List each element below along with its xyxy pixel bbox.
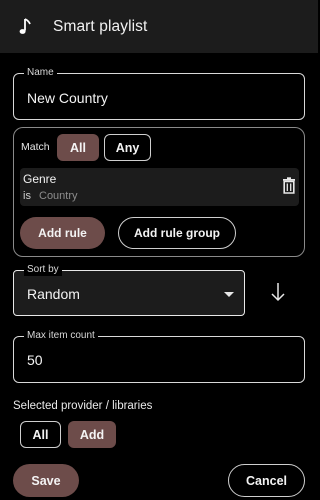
dropdown-caret-icon xyxy=(224,292,234,297)
match-any-button[interactable]: Any xyxy=(104,134,151,161)
add-rule-group-button[interactable]: Add rule group xyxy=(118,217,236,249)
music-note-icon xyxy=(19,18,31,34)
rule-row[interactable]: Genre is Country xyxy=(20,168,299,206)
name-field-label: Name xyxy=(24,67,57,79)
rule-operator: is xyxy=(23,190,31,202)
max-item-count-field[interactable]: Max item count 50 xyxy=(13,330,305,383)
libraries-add-button[interactable]: Add xyxy=(68,421,116,448)
libraries-all-button[interactable]: All xyxy=(20,421,61,448)
sort-by-label: Sort by xyxy=(24,264,62,276)
rule-field: Genre xyxy=(23,172,57,186)
max-item-count-label: Max item count xyxy=(24,330,98,342)
page-title: Smart playlist xyxy=(53,18,148,35)
sort-by-value: Random xyxy=(27,286,80,302)
cancel-button[interactable]: Cancel xyxy=(228,464,305,497)
name-field[interactable]: Name New Country xyxy=(13,67,305,120)
match-rules-panel: Match All Any Genre is Country Add rule … xyxy=(13,127,305,257)
delete-icon[interactable] xyxy=(282,177,296,194)
save-button[interactable]: Save xyxy=(13,464,79,497)
name-field-value: New Country xyxy=(27,90,108,106)
arrow-down-icon[interactable] xyxy=(268,281,288,303)
add-rule-button[interactable]: Add rule xyxy=(20,217,105,249)
sort-by-select[interactable]: Sort by Random xyxy=(13,264,245,316)
match-all-button[interactable]: All xyxy=(57,134,99,161)
max-item-count-value: 50 xyxy=(27,352,43,368)
match-label: Match xyxy=(21,141,50,153)
libraries-label: Selected provider / libraries xyxy=(13,400,153,412)
rule-value: Country xyxy=(39,190,78,202)
app-header: Smart playlist xyxy=(0,0,318,53)
